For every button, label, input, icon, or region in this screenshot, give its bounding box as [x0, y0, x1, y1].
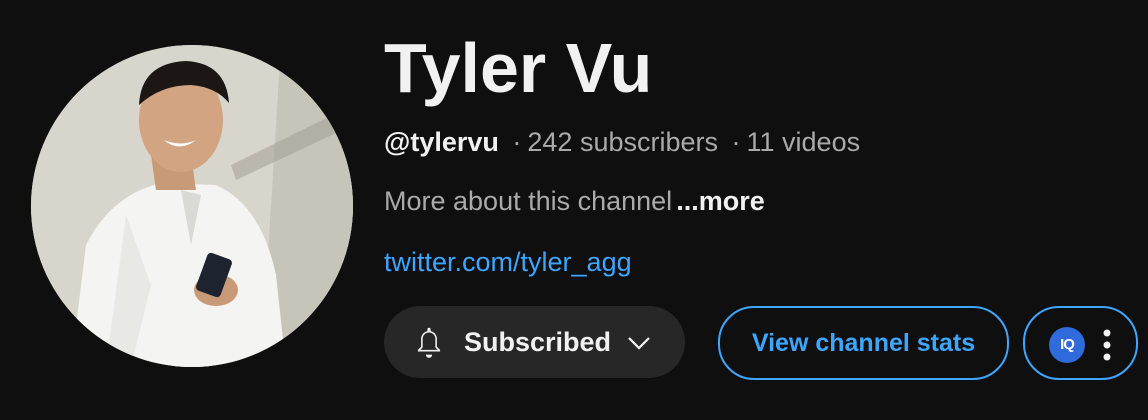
extension-logo-icon: IQ	[1049, 327, 1085, 363]
more-vert-icon[interactable]	[1103, 329, 1111, 361]
channel-handle: @tylervu	[384, 127, 499, 157]
channel-meta: @tylervu · 242 subscribers · 11 videos	[384, 124, 860, 160]
subscriber-count: 242 subscribers	[527, 127, 718, 157]
bell-icon	[417, 327, 441, 358]
channel-name: Tyler Vu	[384, 29, 653, 107]
video-count: 11 videos	[746, 127, 861, 157]
channel-avatar[interactable]	[31, 45, 353, 367]
channel-header: Tyler Vu @tylervu · 242 subscribers · 11 v…	[0, 0, 1148, 420]
channel-external-link[interactable]: twitter.com/tyler_agg	[384, 244, 632, 280]
subscribed-label: Subscribed	[464, 327, 612, 357]
extension-menu-button[interactable]: IQ	[1023, 306, 1138, 380]
description-text: More about this channel	[384, 186, 673, 216]
more-link[interactable]: ...more	[676, 186, 765, 216]
meta-separator: ·	[512, 127, 522, 157]
subscribed-button[interactable]: Subscribed	[384, 306, 685, 378]
chevron-down-icon	[628, 337, 650, 350]
meta-separator: ·	[731, 127, 741, 157]
avatar-photo	[31, 45, 353, 367]
channel-description[interactable]: More about this channel ...more	[384, 183, 765, 219]
view-channel-stats-button[interactable]: View channel stats	[718, 306, 1009, 380]
